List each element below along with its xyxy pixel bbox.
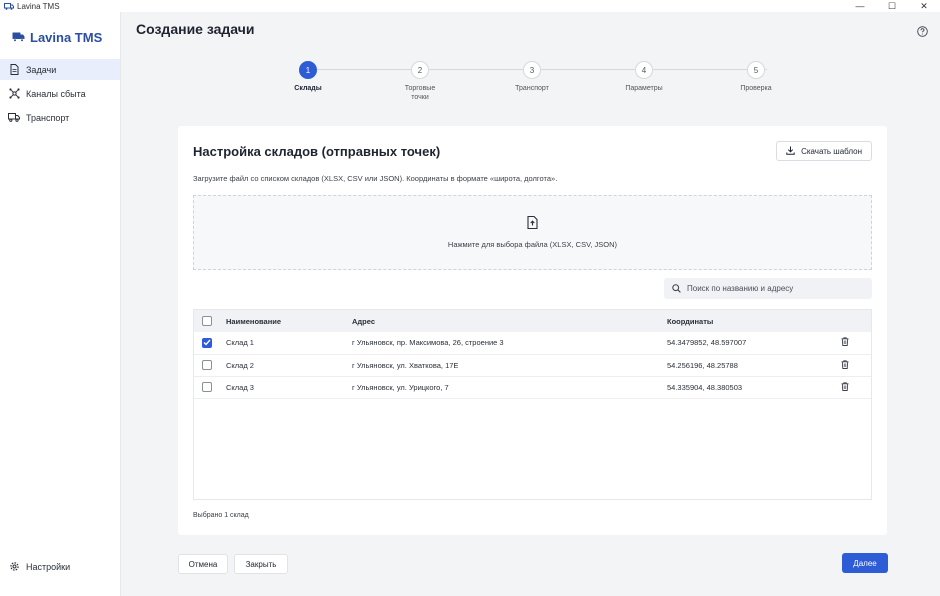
table-row[interactable]: Склад 1 г Ульяновск, пр. Максимова, 26, … (194, 332, 871, 354)
truck-icon (8, 112, 20, 124)
row-select-cell (194, 332, 226, 354)
download-icon (786, 146, 801, 157)
warehouse-name: Склад 1 (226, 338, 254, 348)
sidebar-item-sales-channels[interactable]: Каналы сбыта (0, 83, 120, 104)
stepper: 1 Склады 2 Торговые точки 3 Транспорт 4 … (121, 58, 940, 118)
window-controls: — ☐ ✕ (844, 0, 940, 12)
select-all-cell (194, 310, 226, 332)
trash-icon[interactable] (841, 359, 849, 369)
row-checkbox[interactable] (202, 337, 212, 348)
warehouses-table: Наименование Адрес Координаты Склад 1 г … (193, 309, 872, 500)
warehouse-coordinates: 54.256196, 48.25788 (667, 360, 738, 370)
warehouse-coordinates: 54.3479852, 48.597007 (667, 338, 747, 348)
row-actions-cell (841, 332, 871, 354)
page-header: Создание задачи (121, 12, 940, 46)
minimize-button[interactable]: — (844, 0, 876, 12)
brand-name: Lavina TMS (30, 29, 103, 45)
sidebar-item-settings[interactable]: Настройки (0, 556, 120, 577)
warehouse-name: Склад 3 (226, 382, 254, 392)
column-header-coordinates[interactable]: Координаты (667, 310, 841, 332)
next-button[interactable]: Далее (842, 553, 888, 573)
sidebar-item-label: Задачи (26, 64, 57, 75)
download-template-label: Скачать шаблон (801, 146, 862, 156)
gear-icon (8, 561, 20, 573)
warehouse-address: г Ульяновск, ул. Хваткова, 17Е (352, 360, 459, 370)
warehouses-card: Настройка складов (отправных точек) Скач… (178, 126, 887, 535)
step-number: 5 (747, 61, 765, 79)
sidebar-nav: Задачи Каналы сбыта Транспорт (0, 59, 120, 128)
card-title: Настройка складов (отправных точек) (193, 144, 441, 159)
step-label: Торговые точки (404, 85, 436, 101)
brand-logo: Lavina TMS (0, 24, 120, 50)
window-titlebar: Lavina TMS — ☐ ✕ (0, 0, 940, 12)
warehouse-name: Склад 2 (226, 360, 254, 370)
step-number: 1 (299, 61, 317, 79)
row-select-cell (194, 354, 226, 376)
table-row[interactable]: Склад 3 г Ульяновск, ул. Урицкого, 7 54.… (194, 376, 871, 398)
window-title: Lavina TMS (17, 1, 60, 11)
checkmark-icon (203, 339, 211, 346)
step-label: Транспорт (515, 85, 549, 92)
sidebar-item-label: Настройки (26, 561, 71, 572)
step-5[interactable]: 5 Проверка (716, 61, 796, 93)
cancel-button[interactable]: Отмена (178, 554, 228, 574)
step-4[interactable]: 4 Параметры (604, 61, 684, 93)
sidebar-item-transport[interactable]: Транспорт (0, 107, 120, 128)
maximize-button[interactable]: ☐ (876, 0, 908, 12)
card-description: Загрузите файл со списком складов (XLSX,… (193, 174, 558, 183)
trash-icon[interactable] (841, 337, 849, 347)
truck-icon (4, 2, 14, 10)
sidebar-item-tasks[interactable]: Задачи (0, 59, 120, 80)
network-icon (8, 88, 20, 100)
close-button[interactable]: Закрыть (234, 554, 288, 574)
warehouse-address: г Ульяновск, ул. Урицкого, 7 (352, 382, 449, 392)
row-select-cell (194, 376, 226, 398)
document-icon (8, 64, 20, 76)
step-label: Склады (294, 85, 322, 92)
sidebar-item-label: Транспорт (26, 112, 70, 123)
search-icon (672, 280, 681, 298)
download-template-button[interactable]: Скачать шаблон (776, 141, 872, 161)
column-header-address[interactable]: Адрес (352, 310, 667, 332)
table-row[interactable]: Склад 2 г Ульяновск, ул. Хваткова, 17Е 5… (194, 354, 871, 376)
row-checkbox[interactable] (202, 360, 212, 370)
close-window-button[interactable]: ✕ (908, 0, 940, 12)
step-1[interactable]: 1 Склады (268, 61, 348, 93)
step-2[interactable]: 2 Торговые точки (380, 61, 460, 102)
page-title: Создание задачи (136, 21, 255, 37)
table-header-row: Наименование Адрес Координаты (194, 310, 871, 332)
step-number: 3 (523, 61, 541, 79)
step-number: 4 (635, 61, 653, 79)
search-box (664, 278, 872, 299)
help-icon[interactable] (917, 24, 928, 37)
file-upload-icon (527, 215, 538, 234)
warehouse-address: г Ульяновск, пр. Максимова, 26, строение… (352, 338, 504, 348)
step-label: Параметры (625, 85, 663, 92)
column-header-name[interactable]: Наименование (226, 310, 352, 332)
main-content: Создание задачи 1 Склады 2 Торговые точк… (121, 12, 940, 596)
row-actions-cell (841, 354, 871, 376)
search-input[interactable] (687, 284, 867, 293)
file-dropzone[interactable]: Нажмите для выбора файла (XLSX, CSV, JSO… (193, 195, 872, 270)
sidebar-item-label: Каналы сбыта (26, 88, 86, 99)
truck-icon (12, 30, 30, 45)
column-header-actions (841, 310, 871, 332)
warehouse-coordinates: 54.335904, 48.380503 (667, 382, 743, 392)
step-3[interactable]: 3 Транспорт (492, 61, 572, 93)
step-label: Проверка (740, 85, 772, 92)
selected-count: Выбрано 1 склад (193, 512, 249, 519)
row-actions-cell (841, 376, 871, 398)
sidebar-bottom: Настройки (0, 556, 120, 580)
row-checkbox[interactable] (202, 382, 212, 392)
step-number: 2 (411, 61, 429, 79)
trash-icon[interactable] (841, 381, 849, 391)
select-all-checkbox[interactable] (202, 316, 212, 326)
dropzone-text: Нажмите для выбора файла (XLSX, CSV, JSO… (447, 240, 618, 249)
sidebar: Lavina TMS Задачи Каналы сбыта Транспорт (0, 12, 121, 596)
